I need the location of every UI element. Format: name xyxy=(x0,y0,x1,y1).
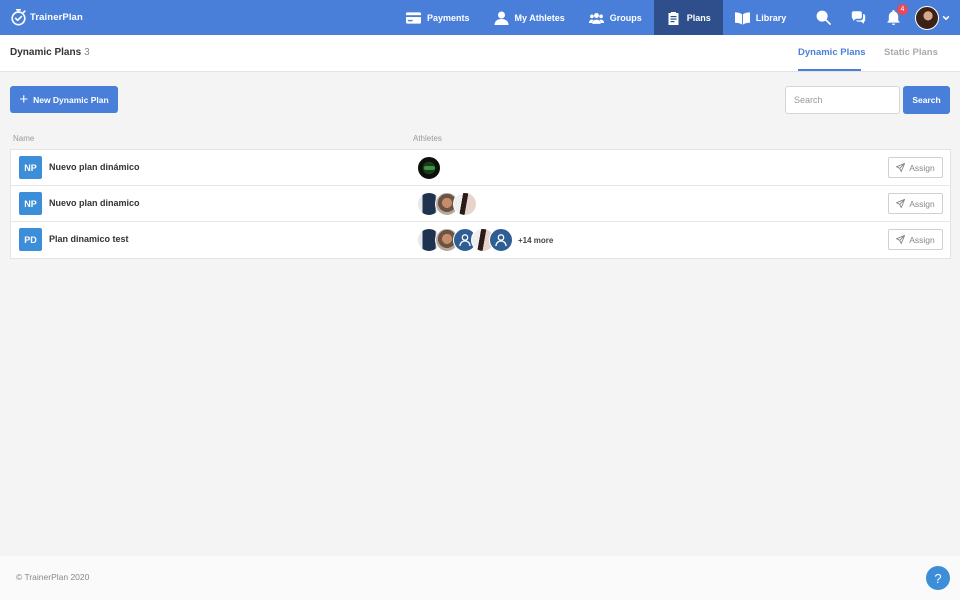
athlete-avatar[interactable] xyxy=(417,156,441,180)
credit-card-icon xyxy=(406,11,421,24)
athlete-avatars xyxy=(417,156,441,180)
paper-plane-icon xyxy=(896,199,906,208)
plan-count: 3 xyxy=(84,47,90,58)
page-title-text: Dynamic Plans xyxy=(10,47,82,58)
assign-button[interactable]: Assign xyxy=(888,157,943,178)
assign-label: Assign xyxy=(909,234,935,245)
plan-initials: NP xyxy=(19,156,42,179)
chevron-down-icon xyxy=(942,15,950,20)
nav-label-groups: Groups xyxy=(609,12,642,23)
tab-dynamic-plans[interactable]: Dynamic Plans xyxy=(798,47,866,58)
table-row[interactable]: NP Nuevo plan dinámico Assign xyxy=(11,150,950,186)
user-icon xyxy=(494,11,509,25)
assign-label: Assign xyxy=(909,162,935,173)
search-nav-button[interactable] xyxy=(806,0,841,35)
plan-initials: NP xyxy=(19,192,42,215)
user-menu[interactable] xyxy=(911,5,960,30)
search-button[interactable]: Search xyxy=(903,86,950,114)
column-header-athletes: Athletes xyxy=(413,134,442,143)
messages-button[interactable] xyxy=(841,0,876,35)
stopwatch-check-icon xyxy=(11,8,26,26)
paper-plane-icon xyxy=(896,163,906,172)
new-dynamic-plan-label: New Dynamic Plan xyxy=(33,94,109,105)
chat-icon xyxy=(851,11,866,24)
assign-label: Assign xyxy=(909,198,935,209)
brand-logo[interactable]: TrainerPlan xyxy=(10,8,83,26)
search-input[interactable] xyxy=(785,86,900,114)
notifications-button[interactable]: 4 xyxy=(876,0,911,35)
plan-name[interactable]: Nuevo plan dinamico xyxy=(49,198,140,208)
book-icon xyxy=(734,11,750,25)
search-icon xyxy=(816,10,831,25)
nav-label-library: Library xyxy=(755,12,787,23)
copyright-text: © TrainerPlan 2020 xyxy=(16,572,90,582)
paper-plane-icon xyxy=(896,235,906,244)
subheader: Dynamic Plans 3 Dynamic Plans Static Plan… xyxy=(0,35,960,72)
active-tab-indicator xyxy=(798,69,861,71)
athlete-avatars xyxy=(417,192,477,216)
footer: © TrainerPlan 2020 xyxy=(0,556,960,600)
brand-name: TrainerPlan xyxy=(30,11,83,23)
athlete-avatars: +14 more xyxy=(417,228,553,252)
nav-label-plans: Plans xyxy=(686,12,711,23)
nav-item-payments[interactable]: Payments xyxy=(394,0,482,35)
assign-button[interactable]: Assign xyxy=(888,193,943,214)
plan-name[interactable]: Plan dinamico test xyxy=(49,234,129,244)
nav-item-groups[interactable]: Groups xyxy=(577,0,654,35)
plus-icon: + xyxy=(19,91,29,108)
nav-label-my-athletes: My Athletes xyxy=(514,12,565,23)
table-row[interactable]: PD Plan dinamico test +14 more Assign xyxy=(11,222,950,258)
nav-item-library[interactable]: Library xyxy=(723,0,799,35)
user-avatar xyxy=(915,5,939,30)
user-outline-icon xyxy=(459,234,471,247)
table-row[interactable]: NP Nuevo plan dinamico Assign xyxy=(11,186,950,222)
help-button[interactable]: ? xyxy=(926,566,950,590)
athlete-avatar[interactable] xyxy=(453,192,477,216)
new-dynamic-plan-button[interactable]: + New Dynamic Plan xyxy=(10,86,118,113)
more-athletes-link[interactable]: +14 more xyxy=(518,236,553,245)
nav-item-my-athletes[interactable]: My Athletes xyxy=(482,0,577,35)
top-nav: TrainerPlan Payments My Athletes Groups … xyxy=(0,0,960,35)
clipboard-icon xyxy=(668,11,679,25)
nav-label-payments: Payments xyxy=(427,12,470,23)
assign-button[interactable]: Assign xyxy=(888,229,943,250)
plans-table: NP Nuevo plan dinámico Assign NP Nuevo p… xyxy=(10,149,951,259)
athlete-avatar[interactable] xyxy=(489,228,513,252)
nav-actions: 4 xyxy=(806,0,960,35)
column-header-name: Name xyxy=(13,134,35,143)
page-title: Dynamic Plans 3 xyxy=(10,47,90,58)
tab-static-plans[interactable]: Static Plans xyxy=(884,47,938,58)
user-outline-icon xyxy=(495,234,507,247)
users-icon xyxy=(588,12,604,24)
plan-name[interactable]: Nuevo plan dinámico xyxy=(49,162,140,172)
nav-item-plans[interactable]: Plans xyxy=(653,0,723,35)
notification-badge: 4 xyxy=(897,4,908,15)
plan-initials: PD xyxy=(19,228,42,251)
main-nav: Payments My Athletes Groups Plans Librar… xyxy=(394,0,798,35)
